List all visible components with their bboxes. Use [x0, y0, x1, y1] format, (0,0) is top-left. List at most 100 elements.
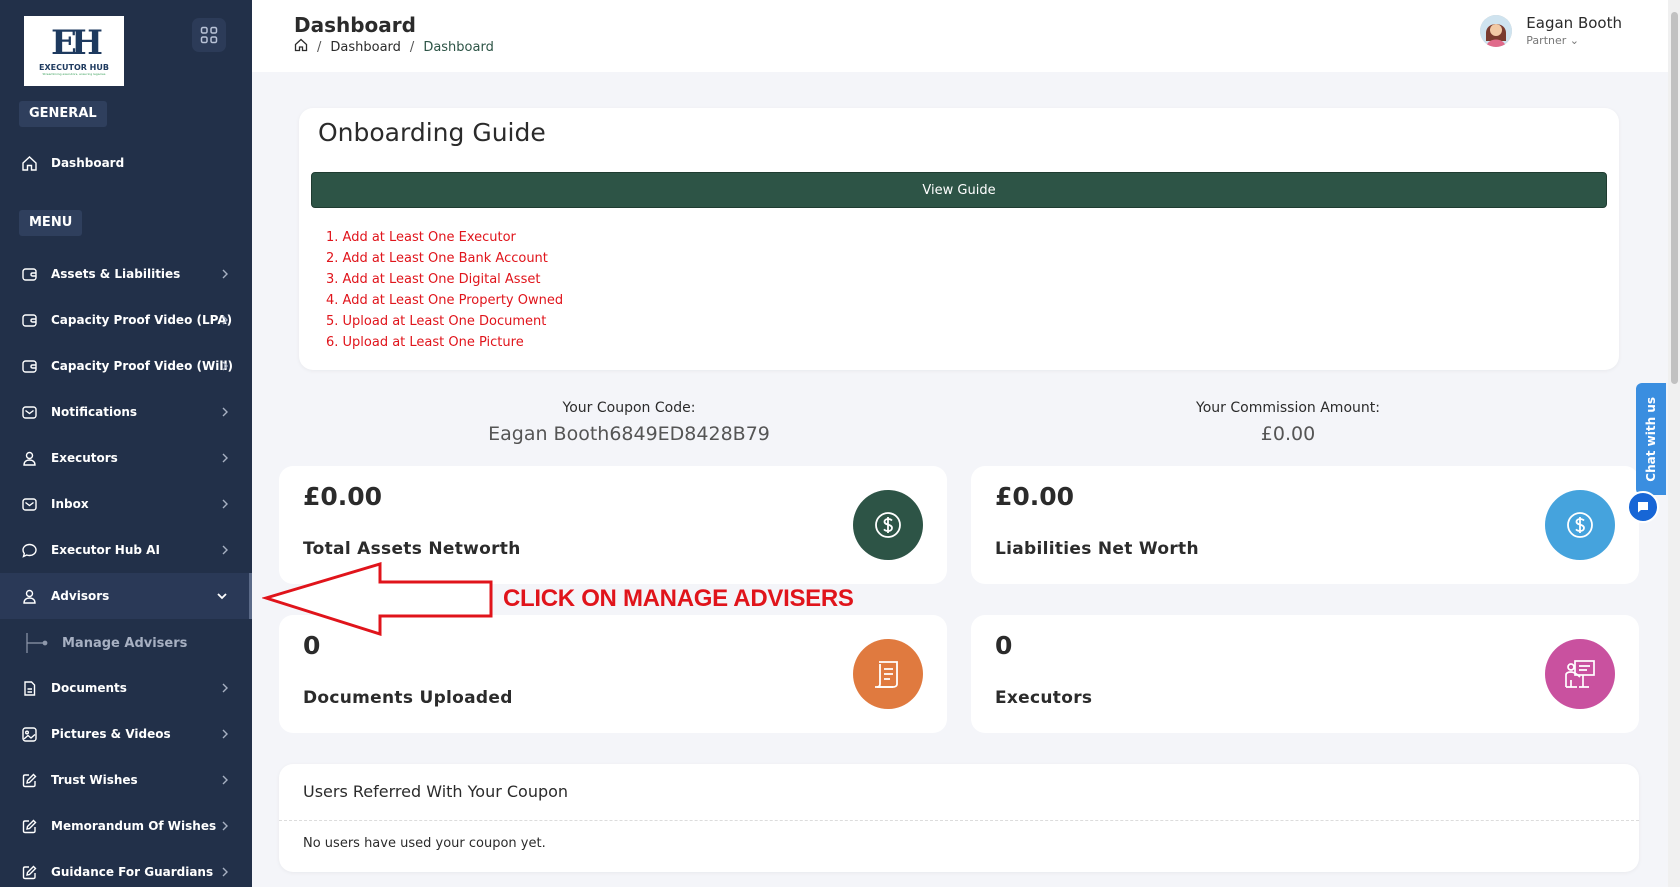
coupon-code-value: Eagan Booth6849ED8428B79 [488, 423, 770, 445]
page-title: Dashboard [294, 13, 416, 37]
breadcrumb: / Dashboard / Dashboard [294, 38, 494, 56]
chevron-right-icon [218, 681, 232, 695]
chat-icon [20, 541, 38, 559]
breadcrumb-dashboard[interactable]: Dashboard [330, 40, 401, 55]
stat-value: £0.00 [303, 482, 383, 511]
chevron-right-icon [218, 313, 232, 327]
scrollbar-thumb[interactable] [1671, 12, 1678, 384]
page-scrollbar[interactable] [1668, 0, 1680, 887]
stat-label: Documents Uploaded [303, 688, 513, 708]
chevron-right-icon [218, 359, 232, 373]
sidebar-item-trust-wishes[interactable]: Trust Wishes [0, 757, 252, 803]
sidebar-item-label: Capacity Proof Video (LPA) [51, 313, 233, 327]
sidebar-subitem-manage-advisers[interactable]: Manage Advisers [0, 622, 252, 664]
grid-icon [200, 26, 218, 44]
tree-branch-icon [26, 633, 48, 653]
chevron-right-icon [218, 727, 232, 741]
referred-users-card: Users Referred With Your Coupon No users… [279, 764, 1639, 872]
sidebar-item-label: Guidance For Guardians [51, 865, 214, 879]
chevron-right-icon [218, 497, 232, 511]
sidebar-item-label: Inbox [51, 497, 89, 511]
chevron-right-icon [218, 865, 232, 879]
sidebar-item-label: Documents [51, 681, 127, 695]
referred-title: Users Referred With Your Coupon [303, 782, 569, 801]
user-name: Eagan Booth [1526, 14, 1622, 32]
chevron-down-icon [215, 589, 229, 603]
image-icon [20, 725, 38, 743]
chevron-right-icon [218, 773, 232, 787]
logo-name: EXECUTOR HUB [39, 63, 109, 72]
document-icon [20, 679, 38, 697]
user-icon [20, 587, 38, 605]
sidebar-item-capacity-proof-video-lpa[interactable]: Capacity Proof Video (LPA) [0, 297, 252, 343]
wallet-icon [20, 265, 38, 283]
sidebar-item-label: Assets & Liabilities [51, 267, 181, 281]
mail-icon [20, 495, 38, 513]
edit-icon [20, 863, 38, 881]
executor-hub-logo[interactable]: EH EXECUTOR HUB Streamlining executors, … [24, 16, 124, 86]
home-icon[interactable] [294, 38, 308, 56]
view-guide-button[interactable]: View Guide [311, 172, 1607, 208]
section-general: GENERAL [19, 101, 107, 127]
edit-icon [20, 771, 38, 789]
divider [279, 820, 1639, 821]
user-menu[interactable]: Eagan Booth Partner ⌄ [1480, 14, 1622, 47]
sidebar-item-label: Trust Wishes [51, 773, 138, 787]
chat-with-us-tab[interactable]: Chat with us [1636, 383, 1666, 495]
sidebar-item-label: Capacity Proof Video (Will) [51, 359, 234, 373]
sidebar-item-label: Executors [51, 451, 118, 465]
sidebar-item-executors[interactable]: Executors [0, 435, 252, 481]
stat-value: £0.00 [995, 482, 1075, 511]
stat-label: Executors [995, 688, 1093, 708]
top-header: Dashboard / Dashboard / Dashboard Eagan … [252, 0, 1668, 72]
logo-tagline: Streamlining executors, ensuring legacie… [42, 72, 106, 76]
onboarding-title: Onboarding Guide [318, 118, 546, 147]
chevron-right-icon [218, 267, 232, 281]
logo-mark: EH [50, 23, 103, 63]
presenter-icon [1545, 639, 1615, 709]
dollar-icon [1545, 490, 1615, 560]
chevron-right-icon [218, 451, 232, 465]
sidebar-item-pictures-videos[interactable]: Pictures & Videos [0, 711, 252, 757]
coupon-code-label: Your Coupon Code: [562, 400, 696, 416]
mail-icon [20, 403, 38, 421]
chevron-right-icon [218, 543, 232, 557]
sidebar-item-dashboard[interactable]: Dashboard [0, 140, 252, 186]
annotation-arrow [262, 562, 493, 636]
avatar [1480, 14, 1513, 47]
onboarding-step: 6. Upload at Least One Picture [326, 335, 524, 350]
sidebar-item-advisors[interactable]: Advisors [0, 573, 252, 619]
user-icon [20, 449, 38, 467]
sidebar-item-memorandum-of-wishes[interactable]: Memorandum Of Wishes [0, 803, 252, 849]
home-icon [20, 154, 38, 172]
apps-grid-button[interactable] [192, 18, 226, 52]
sidebar-item-inbox[interactable]: Inbox [0, 481, 252, 527]
sidebar-item-documents[interactable]: Documents [0, 665, 252, 711]
sidebar-item-assets-liabilities[interactable]: Assets & Liabilities [0, 251, 252, 297]
sidebar-item-label: Executor Hub AI [51, 543, 160, 557]
chat-bubble-button[interactable] [1627, 491, 1659, 523]
onboarding-step: 4. Add at Least One Property Owned [326, 293, 564, 308]
breadcrumb-separator: / [317, 39, 322, 55]
sidebar-subitem-label: Manage Advisers [62, 635, 188, 651]
commission-label: Your Commission Amount: [1196, 400, 1380, 416]
onboarding-step: 5. Upload at Least One Document [326, 314, 547, 329]
section-menu: MENU [19, 210, 83, 236]
user-role: Partner ⌄ [1526, 34, 1579, 47]
sidebar-item-executor-hub-ai[interactable]: Executor Hub AI [0, 527, 252, 573]
chevron-right-icon [218, 405, 232, 419]
sidebar-item-capacity-proof-video-will[interactable]: Capacity Proof Video (Will) [0, 343, 252, 389]
sidebar-item-notifications[interactable]: Notifications [0, 389, 252, 435]
sidebar-item-label: Pictures & Videos [51, 727, 171, 741]
onboarding-guide-card: Onboarding Guide View Guide 1. Add at Le… [299, 108, 1619, 370]
chevron-right-icon [218, 819, 232, 833]
sidebar-item-label: Notifications [51, 405, 138, 419]
stat-label: Liabilities Net Worth [995, 539, 1199, 559]
breadcrumb-current: Dashboard [423, 39, 494, 55]
breadcrumb-separator: / [409, 39, 415, 55]
sidebar-item-label: Advisors [51, 589, 110, 603]
sidebar-item-guidance-for-guardians[interactable]: Guidance For Guardians [0, 849, 252, 887]
wallet-icon [20, 357, 38, 375]
chat-bubble-icon [1638, 502, 1648, 513]
referred-empty-message: No users have used your coupon yet. [303, 836, 546, 851]
